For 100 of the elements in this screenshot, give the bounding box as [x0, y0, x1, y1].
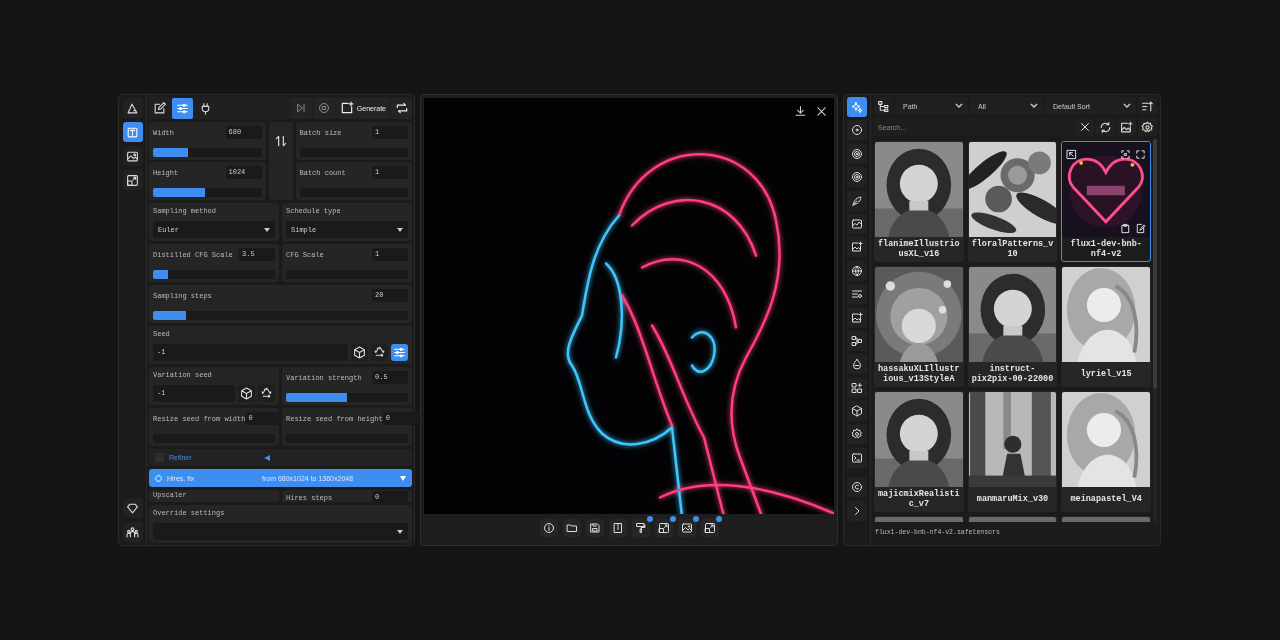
nodes-icon	[851, 334, 863, 347]
download-icon	[794, 105, 807, 118]
recycle-icon	[373, 346, 386, 359]
globe-icon	[851, 264, 863, 277]
image-tab[interactable]	[122, 146, 143, 166]
model-name: hassakuXLIllustrious_v13StyleA	[877, 363, 961, 386]
fullscreen-icon	[1135, 149, 1146, 160]
triangle-left-icon	[264, 454, 270, 461]
diamond-button[interactable]	[122, 498, 143, 518]
paint-roller-button[interactable]	[631, 519, 650, 537]
chevron-down-icon	[1030, 103, 1038, 109]
model-card[interactable]: flux1-dev-bnb-nf4-v2	[1061, 141, 1151, 262]
swap-icon	[273, 134, 288, 148]
refresh-icon	[1099, 120, 1112, 134]
model-card[interactable]: meinapastel_V4	[1061, 391, 1151, 512]
resize-tab[interactable]	[122, 170, 143, 190]
text-icon	[126, 125, 139, 139]
model-name: floralPatterns_v10	[970, 238, 1055, 261]
target-button[interactable]	[847, 143, 867, 164]
image-chart-button[interactable]	[847, 213, 867, 234]
caret-down-icon	[264, 227, 270, 232]
nodes-button[interactable]	[847, 330, 867, 351]
caret-down-icon	[397, 227, 403, 232]
people-icon	[126, 525, 139, 539]
tree-view-button[interactable]	[874, 97, 893, 115]
grid-plus-button[interactable]	[847, 377, 867, 398]
slider-track[interactable]	[286, 393, 408, 402]
cube-button[interactable]	[847, 401, 867, 422]
stop-icon	[318, 102, 331, 114]
target-button[interactable]	[847, 167, 867, 188]
cube-icon	[353, 346, 366, 359]
folder-icon	[565, 522, 578, 534]
text-tab[interactable]	[122, 122, 143, 142]
loop-icon	[394, 101, 409, 115]
model-card[interactable]: hassakuXLIllustrious_v13StyleA	[874, 266, 964, 387]
info-button[interactable]	[539, 519, 558, 537]
chevron-down-icon	[1123, 103, 1131, 109]
slider-track[interactable]	[153, 148, 262, 157]
clipboard-icon	[1120, 223, 1131, 234]
sliders-tab[interactable]	[172, 97, 193, 119]
settings-button[interactable]	[847, 424, 867, 445]
tree-structure-icon	[877, 99, 890, 113]
cube-button[interactable]	[351, 344, 368, 361]
terminal-button[interactable]	[847, 447, 867, 468]
stop-button[interactable]	[313, 97, 335, 119]
drop-icon	[851, 358, 863, 371]
resize-button[interactable]	[654, 519, 673, 537]
diamond-icon	[155, 474, 162, 482]
slider-track[interactable]	[153, 270, 275, 279]
image-icon	[126, 149, 139, 163]
refresh-button[interactable]	[1096, 118, 1115, 136]
loop-button[interactable]	[391, 97, 412, 119]
resize-icon	[126, 173, 139, 187]
settings-icon	[1141, 120, 1154, 134]
cube-button[interactable]	[238, 385, 255, 402]
sort-icon	[1141, 99, 1154, 113]
model-name: lyriel_v15	[1079, 368, 1133, 381]
recycle-button[interactable]	[371, 344, 388, 361]
folder-button[interactable]	[562, 519, 581, 537]
model-card[interactable]: manmaruMix_v30	[967, 391, 1058, 512]
skip-icon	[295, 102, 308, 114]
save-button[interactable]	[585, 519, 604, 537]
recycle-icon	[260, 387, 273, 400]
recycle-button[interactable]	[258, 385, 275, 402]
edit-icon	[153, 101, 166, 115]
circle-c-button[interactable]	[847, 477, 867, 498]
model-card[interactable]: instruct-pix2pix-00-22000	[967, 266, 1058, 387]
zipper-button[interactable]	[608, 519, 627, 537]
triangle-ruler-tab[interactable]	[122, 98, 143, 118]
sliders-button[interactable]	[391, 344, 408, 361]
resize-icon	[703, 522, 716, 534]
slider-track[interactable]	[153, 311, 408, 320]
resize-button[interactable]	[700, 519, 719, 537]
list-settings-button[interactable]	[847, 284, 867, 305]
leaf-button[interactable]	[847, 190, 867, 211]
model-card[interactable]: lyriel_v15	[1061, 266, 1151, 387]
edit-document-icon	[1135, 223, 1146, 234]
resize-icon	[657, 522, 670, 534]
model-card[interactable]: majicmixRealistic_v7	[874, 391, 964, 512]
model-name: flanimeIllustriousXL_v16	[877, 238, 961, 261]
slider-track[interactable]	[153, 188, 262, 197]
people-button[interactable]	[122, 522, 143, 542]
triangle-ruler-icon	[126, 101, 139, 115]
image-plus-button[interactable]	[847, 307, 867, 328]
image-button[interactable]	[677, 519, 696, 537]
image-plus-button[interactable]	[1117, 118, 1136, 136]
clear-button[interactable]	[1075, 118, 1094, 136]
image-icon	[680, 522, 693, 534]
model-card[interactable]: flanimeIllustriousXL_v16	[874, 141, 964, 262]
close-icon	[815, 105, 828, 118]
circle-dot-button[interactable]	[847, 120, 867, 141]
model-card[interactable]: floralPatterns_v10	[967, 141, 1058, 262]
settings-button[interactable]	[1138, 118, 1157, 136]
sort-button[interactable]	[1138, 97, 1157, 115]
drop-button[interactable]	[847, 354, 867, 375]
skip-button[interactable]	[290, 97, 312, 119]
diamond-icon	[126, 501, 139, 515]
image-plus-button[interactable]	[847, 237, 867, 258]
sparkle-button[interactable]	[847, 97, 867, 117]
globe-button[interactable]	[847, 260, 867, 281]
